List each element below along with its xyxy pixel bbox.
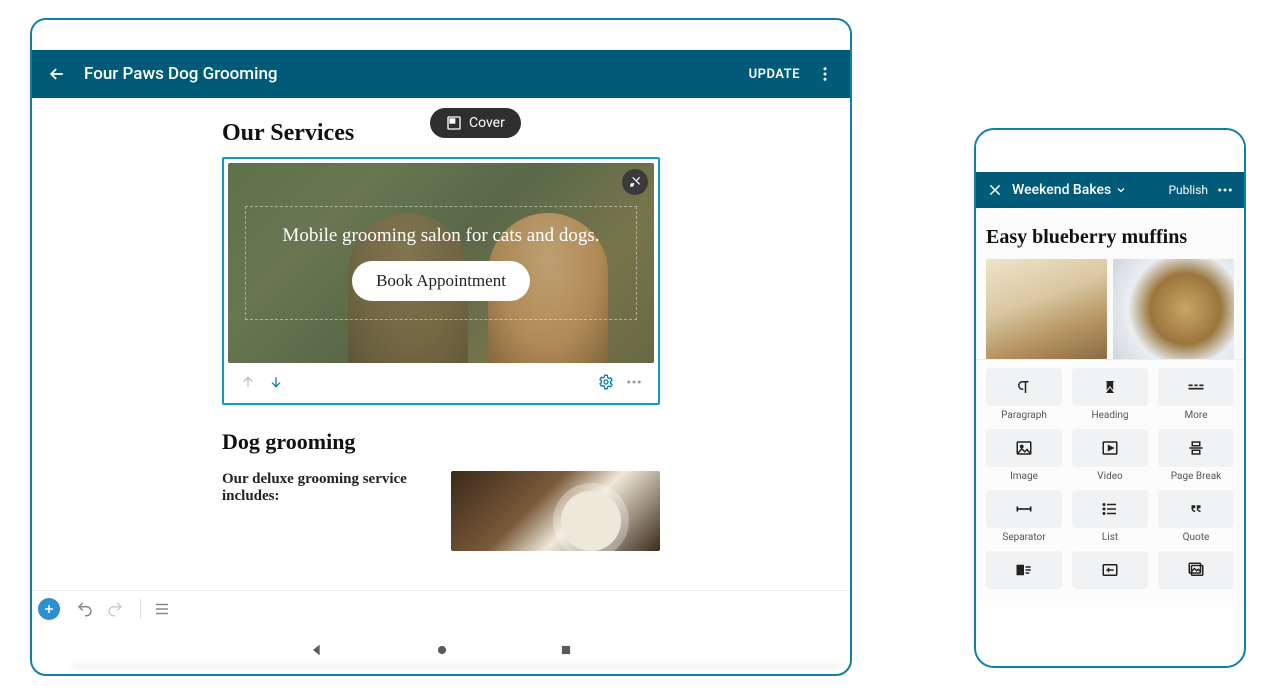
block-toolbar xyxy=(228,365,654,399)
tablet-device: Four Paws Dog Grooming UPDATE Cover Our … xyxy=(30,18,852,676)
list-view-icon[interactable] xyxy=(149,596,175,622)
post-title[interactable]: Easy blueberry muffins xyxy=(986,226,1234,249)
gallery-image-2[interactable] xyxy=(1113,259,1234,359)
phone-editor-header: Weekend Bakes Publish xyxy=(976,172,1244,208)
phone-status-gap xyxy=(976,130,1244,172)
inserter-row xyxy=(986,368,1234,406)
nav-recent-icon[interactable] xyxy=(559,643,573,657)
label-list: List xyxy=(1072,532,1148,543)
cover-block[interactable]: Mobile grooming salon for cats and dogs.… xyxy=(228,163,654,363)
chevron-down-icon[interactable] xyxy=(1115,184,1127,196)
gallery-image-1[interactable] xyxy=(986,259,1107,359)
block-image[interactable] xyxy=(986,429,1062,467)
book-appointment-button[interactable]: Book Appointment xyxy=(352,261,530,301)
move-up-icon[interactable] xyxy=(234,368,262,396)
cover-block-selected[interactable]: Mobile grooming salon for cats and dogs.… xyxy=(222,157,660,405)
add-block-button[interactable] xyxy=(38,598,60,620)
undo-icon[interactable] xyxy=(72,596,98,622)
editor-canvas: Cover Our Services Mobile grooming salon… xyxy=(32,98,850,598)
block-page-break[interactable] xyxy=(1158,429,1234,467)
image-dog-grooming[interactable] xyxy=(451,471,660,551)
publish-button[interactable]: Publish xyxy=(1168,183,1208,197)
move-down-icon[interactable] xyxy=(262,368,290,396)
block-more[interactable] xyxy=(1158,368,1234,406)
label-image: Image xyxy=(986,471,1062,482)
inserter-row xyxy=(986,490,1234,528)
phone-editor-canvas: Easy blueberry muffins xyxy=(976,208,1244,359)
block-settings-badge-icon[interactable] xyxy=(622,169,648,195)
block-gallery[interactable] xyxy=(1158,551,1234,589)
phone-device: Weekend Bakes Publish Easy blueberry muf… xyxy=(974,128,1246,668)
more-horizontal-icon[interactable] xyxy=(620,368,648,396)
label-heading: Heading xyxy=(1072,410,1148,421)
block-quote[interactable] xyxy=(1158,490,1234,528)
divider xyxy=(140,599,141,619)
nav-back-icon[interactable] xyxy=(309,642,325,658)
cover-text[interactable]: Mobile grooming salon for cats and dogs. xyxy=(282,225,599,247)
gallery-block[interactable] xyxy=(986,259,1234,359)
shadow xyxy=(72,664,840,668)
tablet-status-gap xyxy=(32,20,850,50)
cover-icon xyxy=(446,115,462,131)
redo-icon[interactable] xyxy=(102,596,128,622)
block-list[interactable] xyxy=(1072,490,1148,528)
label-video: Video xyxy=(1072,471,1148,482)
more-vertical-icon[interactable] xyxy=(814,63,836,85)
block-tooltip: Cover xyxy=(430,108,521,138)
editor-header: Four Paws Dog Grooming UPDATE xyxy=(32,50,850,98)
back-icon[interactable] xyxy=(46,63,68,85)
block-separator[interactable] xyxy=(986,490,1062,528)
block-inserter-panel: Paragraph Heading More Image Video Page … xyxy=(976,359,1244,607)
block-paragraph[interactable] xyxy=(986,368,1062,406)
block-heading[interactable] xyxy=(1072,368,1148,406)
editor-bottom-toolbar xyxy=(32,590,850,626)
heading-dog-grooming[interactable]: Dog grooming xyxy=(222,429,660,455)
block-preformatted[interactable] xyxy=(1072,551,1148,589)
cover-inner-area: Mobile grooming salon for cats and dogs.… xyxy=(245,206,637,320)
label-separator: Separator xyxy=(986,532,1062,543)
gear-icon[interactable] xyxy=(592,368,620,396)
update-button[interactable]: UPDATE xyxy=(749,67,800,82)
phone-site-title[interactable]: Weekend Bakes xyxy=(1012,182,1111,198)
block-tooltip-label: Cover xyxy=(469,115,505,131)
site-title: Four Paws Dog Grooming xyxy=(84,64,749,84)
inserter-row xyxy=(986,429,1234,467)
label-more: More xyxy=(1158,410,1234,421)
label-paragraph: Paragraph xyxy=(986,410,1062,421)
paragraph-deluxe[interactable]: Our deluxe grooming service includes: xyxy=(222,471,421,551)
label-page-break: Page Break xyxy=(1158,471,1234,482)
label-quote: Quote xyxy=(1158,532,1234,543)
columns-block: Our deluxe grooming service includes: xyxy=(222,471,660,551)
block-media-text[interactable] xyxy=(986,551,1062,589)
more-horizontal-icon[interactable] xyxy=(1216,181,1234,199)
nav-home-icon[interactable] xyxy=(435,643,449,657)
inserter-row xyxy=(986,551,1234,589)
close-icon[interactable] xyxy=(986,181,1004,199)
block-video[interactable] xyxy=(1072,429,1148,467)
